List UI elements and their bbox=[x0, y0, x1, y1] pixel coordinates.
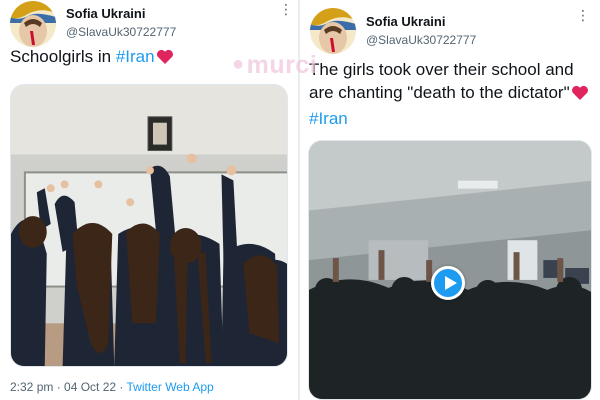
hashtag-link[interactable]: #Iran bbox=[309, 109, 348, 128]
author-avatar[interactable] bbox=[310, 8, 356, 54]
tweet-meta: 2:32 pm · 04 Oct 22 · Twitter Web App bbox=[10, 380, 214, 394]
tweet-text-body: The girls took over their school and are… bbox=[309, 60, 574, 102]
author-handle[interactable]: @SlavaUk30722777 bbox=[366, 33, 476, 47]
watermark-logo-icon: ● bbox=[232, 53, 245, 75]
author-name[interactable]: Sofia Ukraini bbox=[366, 14, 445, 29]
red-heart-icon bbox=[571, 84, 589, 107]
tweet-text: The girls took over their school and are… bbox=[309, 58, 594, 130]
more-vertical-icon[interactable] bbox=[576, 8, 591, 22]
red-heart-icon bbox=[156, 48, 174, 71]
tweet-source-link[interactable]: Twitter Web App bbox=[127, 380, 214, 394]
tweet-video[interactable] bbox=[308, 140, 592, 400]
hashtag-link[interactable]: #Iran bbox=[116, 47, 155, 66]
tweet-time[interactable]: 2:32 pm bbox=[10, 380, 53, 394]
meta-separator: · bbox=[53, 380, 65, 394]
tweet-text-body: Schoolgirls in bbox=[10, 47, 116, 66]
meta-separator: · bbox=[116, 380, 127, 394]
watermark: ●murci bbox=[232, 51, 317, 80]
watermark-text: murci bbox=[246, 51, 318, 79]
tweet-card-school-chant[interactable]: Sofia Ukraini @SlavaUk30722777 The girls… bbox=[300, 0, 600, 400]
author-avatar[interactable] bbox=[10, 1, 56, 47]
play-icon[interactable] bbox=[431, 266, 465, 300]
tweet-photo[interactable] bbox=[10, 84, 288, 367]
author-handle[interactable]: @SlavaUk30722777 bbox=[66, 25, 176, 39]
author-name[interactable]: Sofia Ukraini bbox=[66, 6, 145, 21]
tweet-date[interactable]: 04 Oct 22 bbox=[64, 380, 116, 394]
more-vertical-icon[interactable] bbox=[279, 2, 294, 16]
